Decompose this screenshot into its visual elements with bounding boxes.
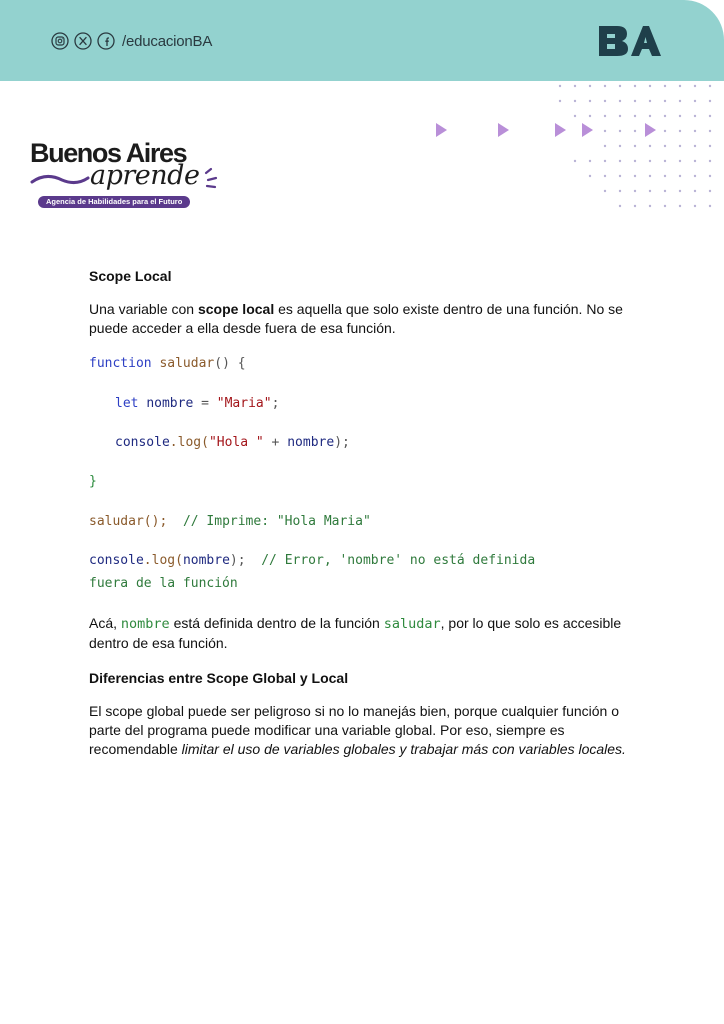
differences-paragraph: El scope global puede ser peligroso si n… (89, 703, 626, 757)
brand-logo: Buenos Aires aprende Agencia de Habilida… (30, 138, 230, 212)
brand-script: aprende (90, 160, 200, 191)
code-line-4: } (89, 474, 97, 489)
social-bar: /educacionBA (51, 31, 212, 51)
code-line-1: function saludar() { (89, 356, 246, 371)
code-line-2: let nombre = "Maria"; (115, 396, 280, 411)
code-line-7: fuera de la función (89, 576, 238, 591)
scope-local-paragraph: Una variable con scope local es aquella … (89, 301, 623, 336)
instagram-icon[interactable] (51, 32, 69, 50)
explanation-paragraph: Acá, nombre está definida dentro de la f… (89, 615, 622, 651)
dot-pattern (558, 84, 712, 208)
section-heading-scope-local: Scope Local (89, 268, 172, 284)
x-icon[interactable] (74, 32, 92, 50)
code-line-5: saludar(); // Imprime: "Hola Maria" (89, 514, 371, 529)
code-line-3: console.log("Hola " + nombre); (115, 435, 350, 450)
section-heading-differences: Diferencias entre Scope Global y Local (89, 670, 349, 686)
ba-logo (599, 26, 661, 56)
brand-tagline: Agencia de Habilidades para el Futuro (38, 196, 191, 208)
decorative-arrows (436, 123, 656, 137)
facebook-icon[interactable] (97, 32, 115, 50)
code-line-6: console.log(nombre); // Error, 'nombre' … (89, 553, 536, 568)
social-handle[interactable]: /educacionBA (122, 33, 212, 50)
